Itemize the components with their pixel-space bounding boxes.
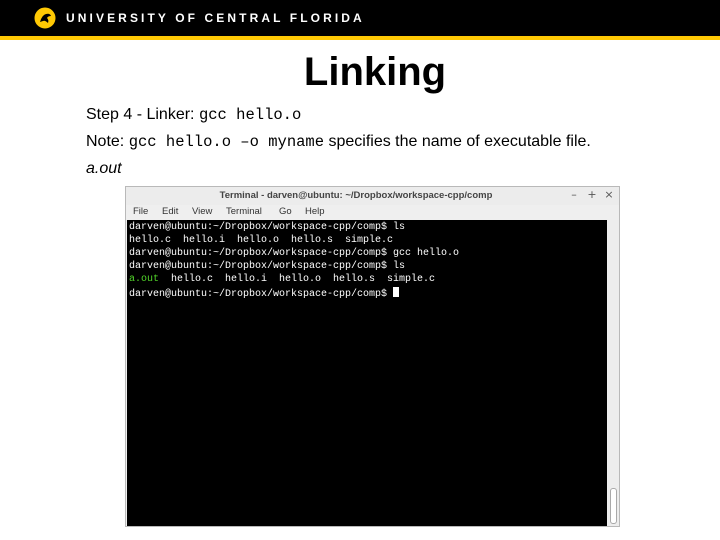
terminal-prompt: darven@ubuntu:~/Dropbox/workspace-cpp/co… [129,261,394,272]
terminal-screen[interactable]: darven@ubuntu:~/Dropbox/workspace-cpp/co… [127,220,607,526]
terminal-prompt: darven@ubuntu:~/Dropbox/workspace-cpp/co… [129,222,394,233]
scrollbar-thumb[interactable] [610,488,617,524]
terminal-line: darven@ubuntu:~/Dropbox/workspace-cpp/co… [129,261,405,273]
step-4-line: Step 4 - Linker: gcc hello.o [86,106,301,124]
maximize-button[interactable]: + [586,188,598,201]
terminal-line: a.out hello.c hello.i hello.o hello.s si… [129,274,435,286]
header-accent-line [0,36,720,40]
terminal-executable: a.out [129,274,160,285]
pegasus-logo-icon [34,7,56,29]
terminal-prompt: darven@ubuntu:~/Dropbox/workspace-cpp/co… [129,289,394,300]
slide-title: Linking [303,50,447,94]
terminal-command: ls [393,222,406,233]
terminal-command: ls [393,261,406,272]
menu-terminal[interactable]: Terminal [226,206,262,217]
terminal-title: Terminal - darven@ubuntu: ~/Dropbox/work… [219,190,493,201]
menu-go[interactable]: Go [279,206,292,217]
terminal-output: hello.c hello.i hello.o hello.s simple.c [129,235,394,246]
menu-edit[interactable]: Edit [162,206,178,217]
terminal-menubar: File Edit View Terminal Go Help [126,205,619,219]
step-command: gcc hello.o [198,106,302,124]
default-output-label: a.out [86,160,122,177]
terminal-line: darven@ubuntu:~/Dropbox/workspace-cpp/co… [129,248,459,260]
university-name: UNIVERSITY OF CENTRAL FLORIDA [66,11,365,25]
university-header-bar: UNIVERSITY OF CENTRAL FLORIDA [0,0,720,36]
terminal-scrollbar[interactable] [608,220,619,526]
note-line: Note: gcc hello.o –o myname specifies th… [86,133,591,151]
menu-help[interactable]: Help [305,206,325,217]
note-text: specifies the name of executable file. [324,133,591,150]
terminal-command: gcc hello.o [393,248,460,259]
terminal-line: darven@ubuntu:~/Dropbox/workspace-cpp/co… [129,287,400,301]
terminal-prompt: darven@ubuntu:~/Dropbox/workspace-cpp/co… [129,248,394,259]
terminal-cursor [393,287,400,297]
note-command: gcc hello.o –o myname [128,133,325,151]
menu-file[interactable]: File [133,206,148,217]
note-label: Note: [86,133,129,150]
minimize-button[interactable]: – [568,188,580,201]
menu-view[interactable]: View [192,206,212,217]
step-label: Step 4 - Linker: [86,106,199,123]
terminal-window: Terminal - darven@ubuntu: ~/Dropbox/work… [125,186,620,527]
close-button[interactable]: × [603,188,615,201]
terminal-line: darven@ubuntu:~/Dropbox/workspace-cpp/co… [129,222,405,234]
terminal-output: hello.c hello.i hello.o hello.s simple.c [159,274,436,285]
terminal-line: hello.c hello.i hello.o hello.s simple.c [129,235,393,247]
terminal-titlebar[interactable]: Terminal - darven@ubuntu: ~/Dropbox/work… [126,187,619,205]
